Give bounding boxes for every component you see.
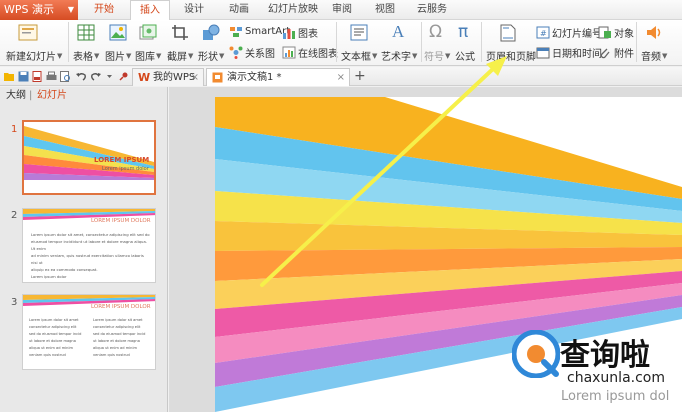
watermark-url: chaxunla.com [567,370,665,386]
watermark-logo-icon [512,330,560,378]
watermark: 查询啦 chaxunla.com [508,318,682,412]
watermark-brand: 查询啦 [560,338,650,373]
